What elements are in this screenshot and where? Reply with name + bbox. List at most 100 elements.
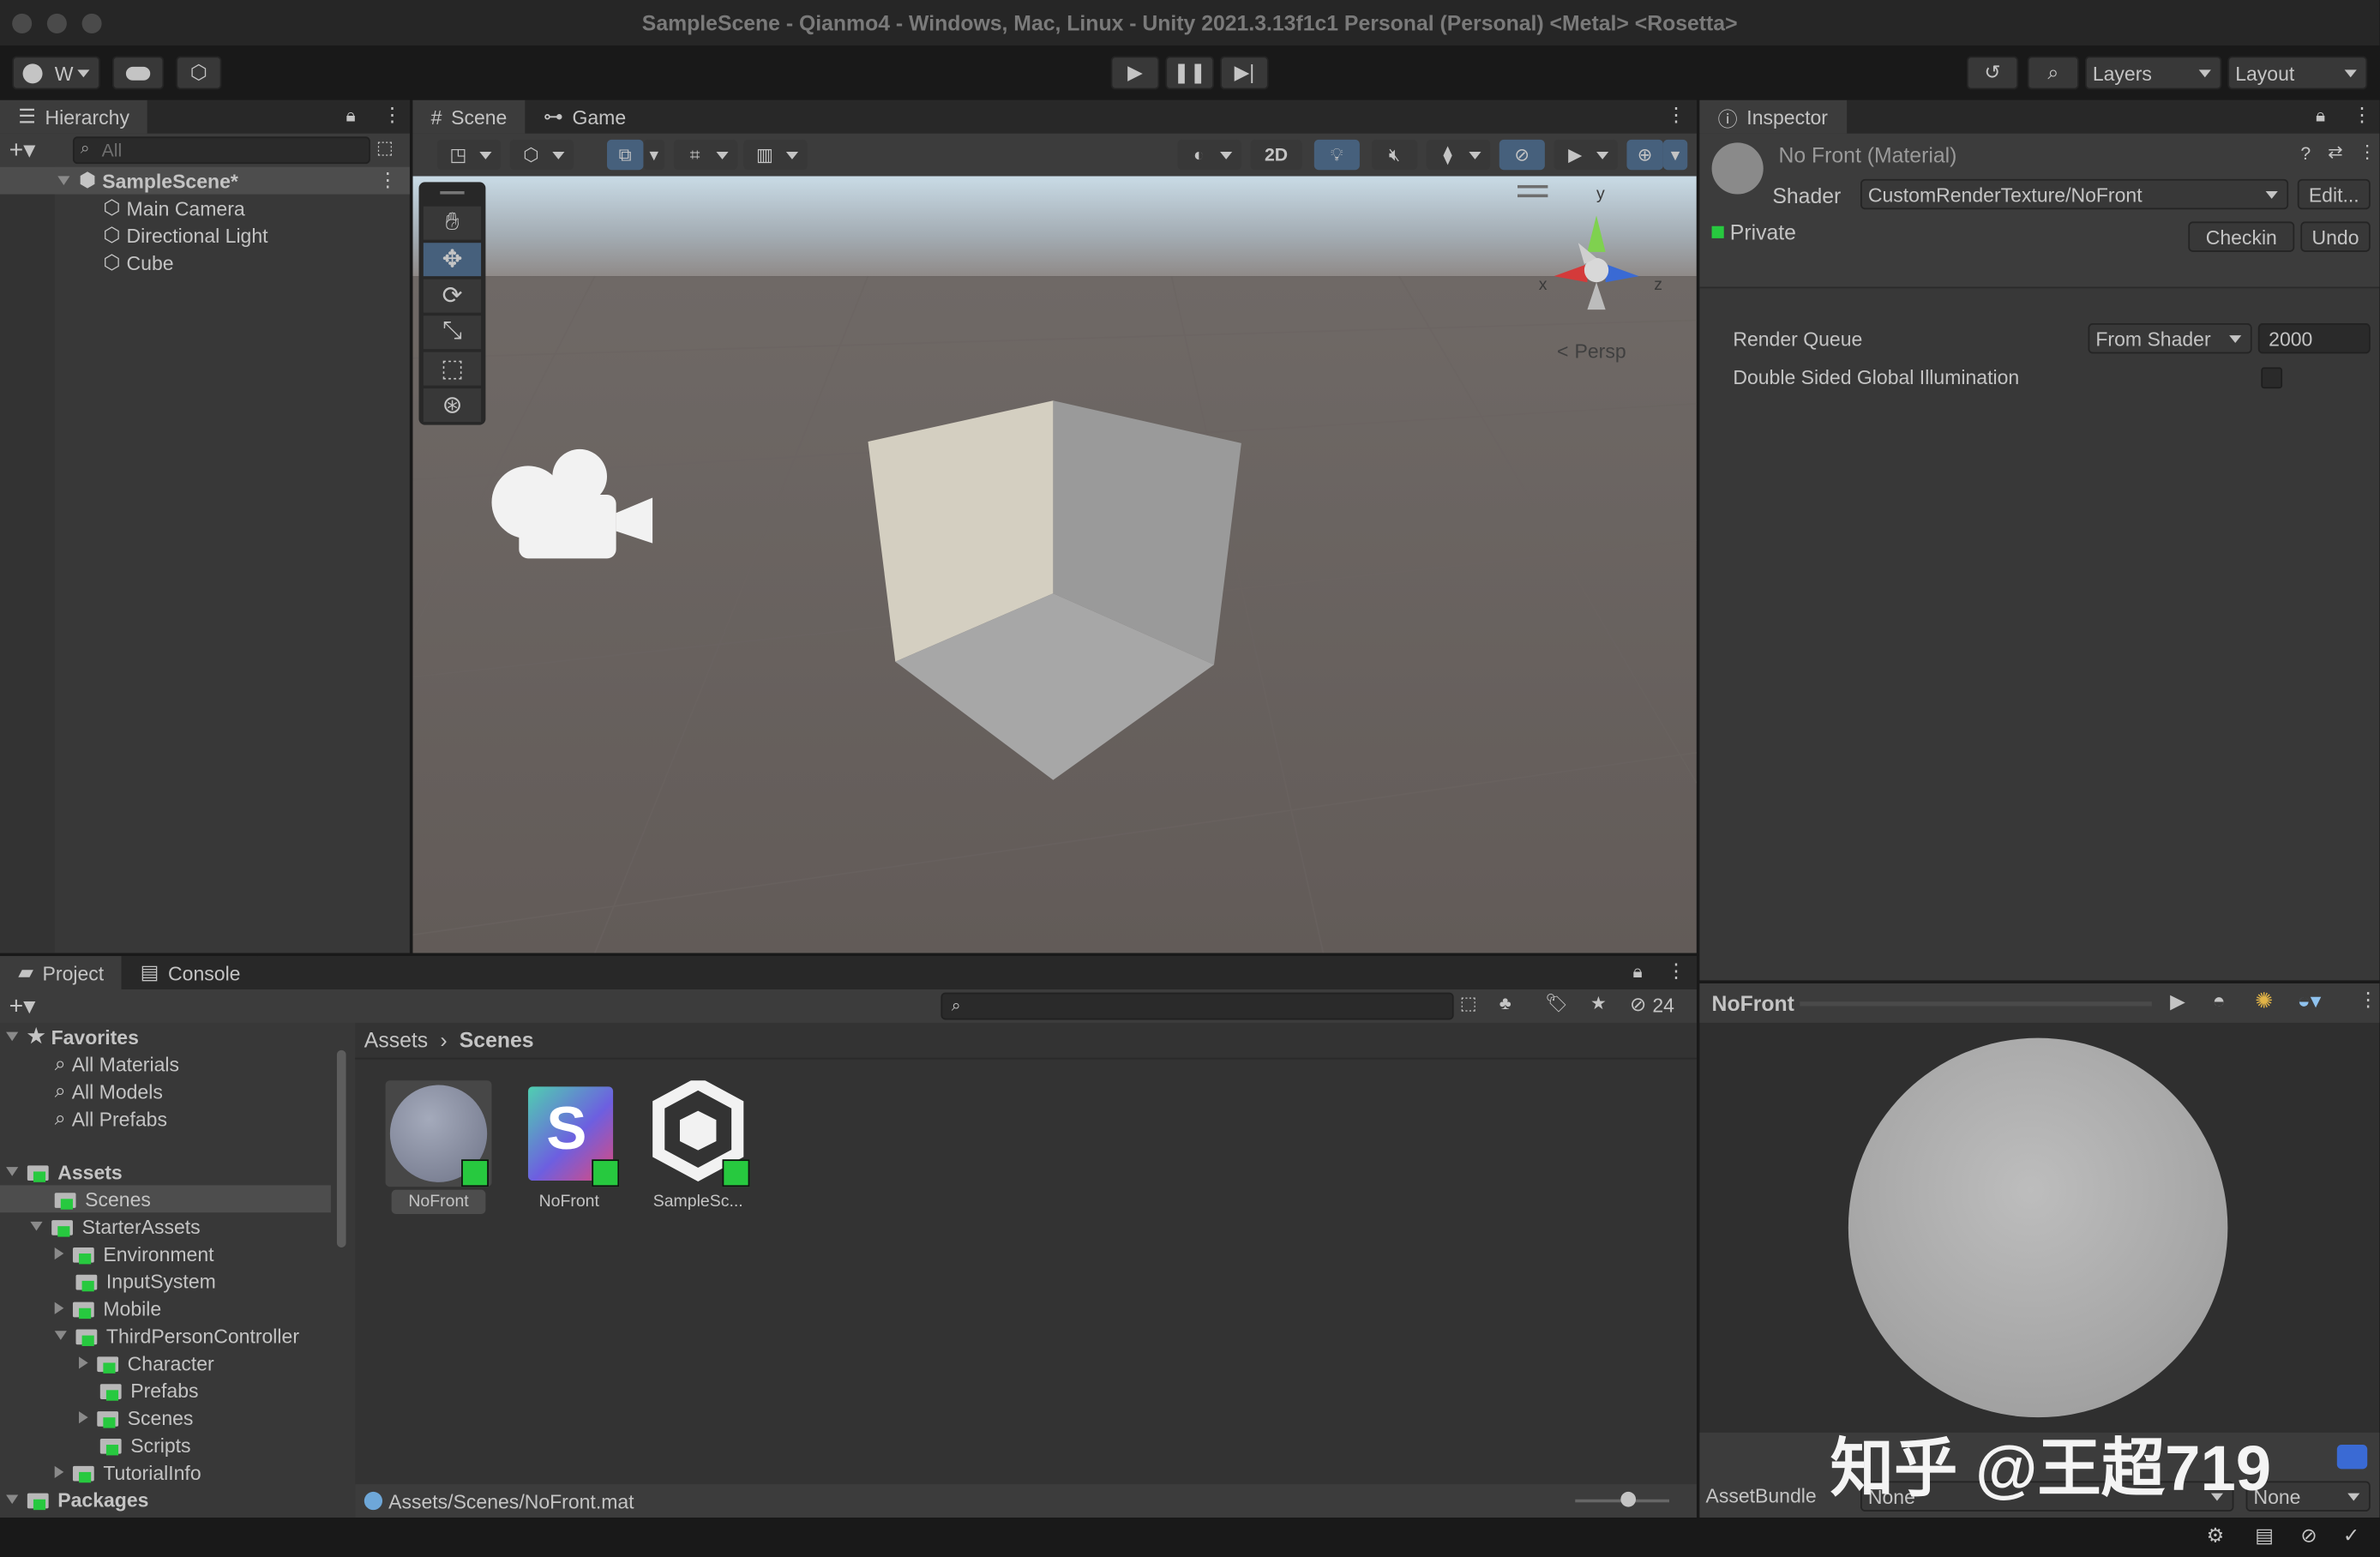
asset-thumbnail-scene[interactable] <box>652 1076 759 1187</box>
create-add-button[interactable]: +▾ <box>9 135 36 165</box>
tab-console[interactable]: ▤ Console <box>122 956 259 990</box>
tool-handle-dropdown[interactable]: ◳ <box>436 139 502 171</box>
tree-scrollbar[interactable] <box>334 1022 350 1518</box>
tree-item[interactable]: StarterAssets <box>30 1212 201 1240</box>
expand-arrow-icon[interactable] <box>57 176 70 185</box>
move-tool-button[interactable]: ✥ <box>423 243 482 277</box>
tree-item[interactable]: Scenes <box>79 1404 193 1431</box>
tree-item[interactable]: Prefabs <box>99 1376 199 1404</box>
more-menu-icon[interactable]: ⋮ <box>2359 988 2378 1012</box>
preset-icon[interactable]: ⇄ <box>2328 141 2343 163</box>
assets-row[interactable]: Assets <box>6 1158 123 1186</box>
expand-arrow-icon[interactable] <box>6 1031 19 1042</box>
checkin-button[interactable]: Checkin <box>2188 221 2295 252</box>
expand-arrow-icon[interactable] <box>30 1221 43 1231</box>
search-button[interactable]: ⌕ <box>2027 56 2079 90</box>
render-queue-value-field[interactable]: 2000 <box>2257 323 2371 354</box>
tree-item[interactable]: Mobile <box>54 1295 161 1322</box>
favorite-item[interactable]: ⌕ All Models <box>55 1078 163 1105</box>
window-controls[interactable] <box>12 13 102 33</box>
orientation-gizmo[interactable] <box>1533 197 1661 325</box>
scale-tool-button[interactable]: ⤡ <box>423 316 482 350</box>
hidden-packages-toggle[interactable]: ⊘ 24 <box>1630 993 1674 1017</box>
render-queue-mode-dropdown[interactable]: From Shader <box>2088 323 2252 354</box>
account-dropdown[interactable]: W <box>12 56 100 90</box>
tree-item[interactable]: ThirdPersonController <box>54 1322 299 1350</box>
shader-dropdown[interactable]: CustomRenderTexture/NoFront <box>1860 178 2289 210</box>
minimize-window-button[interactable] <box>46 13 67 33</box>
filter-type-icon[interactable]: ♣ <box>1500 993 1512 1014</box>
overlay-menu-icon[interactable] <box>1518 184 1548 189</box>
hierarchy-item[interactable]: ⬡ Directional Light <box>103 221 267 249</box>
lighting-toggle-button[interactable]: 💡︎ <box>1313 139 1360 171</box>
material-preview-sphere[interactable] <box>1848 1037 2228 1418</box>
layers-dropdown[interactable]: Layers <box>2084 56 2222 90</box>
packages-row[interactable]: Packages <box>6 1486 148 1513</box>
tree-item[interactable]: Scripts <box>99 1431 191 1458</box>
step-button[interactable]: ▶| <box>1220 56 1269 90</box>
hierarchy-item[interactable]: ⬡ Cube <box>103 249 173 276</box>
expand-arrow-icon[interactable] <box>54 1331 67 1340</box>
auto-gen-lighting-icon[interactable]: ⊘ <box>2300 1524 2317 1548</box>
more-menu-icon[interactable]: ⋮ <box>2353 103 2372 127</box>
undo-button[interactable]: Undo <box>2300 221 2371 252</box>
preview-drag-handle[interactable] <box>1800 1001 2152 1007</box>
scene-viewport[interactable]: ✋︎ ✥ ⟳ ⤡ ⬚ ⊛ x y z < Persp <box>412 176 1697 953</box>
close-window-button[interactable] <box>12 13 33 33</box>
debug-mode-icon[interactable]: ⚙ <box>2207 1524 2225 1548</box>
progress-icon[interactable]: ▤ <box>2255 1524 2274 1548</box>
label-filter-icon[interactable]: 🏷︎ <box>1545 993 1568 1014</box>
sphere-shape-icon[interactable]: ◓ <box>2213 988 2226 1012</box>
more-menu-icon[interactable]: ⋮ <box>1666 103 1686 127</box>
ruler-dropdown[interactable]: ▥ <box>743 139 808 171</box>
tab-scene[interactable]: # Scene <box>412 99 526 134</box>
effects-dropdown[interactable]: ⧫ <box>1426 139 1491 171</box>
more-menu-icon[interactable]: ⋮ <box>1666 959 1686 983</box>
asset-label-tag-icon[interactable] <box>2336 1445 2368 1470</box>
hierarchy-search-input[interactable]: ⌕ All <box>72 136 370 165</box>
pause-button[interactable]: ❚❚ <box>1165 56 1214 90</box>
collapse-arrow-icon[interactable] <box>54 1465 64 1478</box>
asset-thumbnail-shader[interactable]: S <box>522 1080 628 1187</box>
collapse-arrow-icon[interactable] <box>54 1302 64 1314</box>
projection-toggle[interactable]: < Persp <box>1557 340 1626 363</box>
zoom-window-button[interactable] <box>81 13 102 33</box>
history-button[interactable]: ↺ <box>1966 56 2019 90</box>
lock-icon[interactable]: 🔒︎ <box>1633 960 1643 983</box>
check-circle-icon[interactable]: ✓ <box>2343 1524 2359 1548</box>
gizmos-button[interactable]: ⊕ <box>1626 139 1663 171</box>
asset-thumbnail-material[interactable] <box>385 1080 492 1187</box>
collapse-arrow-icon[interactable] <box>79 1356 88 1369</box>
tab-inspector[interactable]: ⓘ Inspector <box>1699 99 1847 134</box>
pivot-dropdown[interactable]: ⬡ <box>509 139 574 171</box>
create-add-button[interactable]: +▾ <box>9 991 36 1021</box>
edit-shader-button[interactable]: Edit... <box>2297 178 2371 210</box>
lock-icon[interactable]: 🔒︎ <box>2316 105 2325 128</box>
cloud-button[interactable] <box>111 56 165 90</box>
breadcrumb-root[interactable]: Assets <box>364 1027 428 1051</box>
grid-snap-button[interactable]: ⧉ <box>607 139 644 171</box>
increment-snap-dropdown[interactable]: ⌗ <box>673 139 738 171</box>
favorite-item[interactable]: ⌕ All Prefabs <box>55 1105 167 1133</box>
tab-game[interactable]: ⊶ Game <box>525 99 645 134</box>
tree-item-scenes[interactable]: Scenes <box>0 1185 331 1213</box>
tree-item[interactable]: Environment <box>54 1240 214 1267</box>
gizmos-dropdown[interactable]: ▾ <box>1662 139 1688 171</box>
hand-tool-button[interactable]: ✋︎ <box>423 206 482 240</box>
2d-toggle-button[interactable]: 2D <box>1250 139 1302 171</box>
layout-dropdown[interactable]: Layout <box>2227 56 2368 90</box>
favorites-row[interactable]: ★ Favorites <box>6 1023 139 1050</box>
play-icon[interactable]: ▶ <box>2170 989 2185 1013</box>
hierarchy-item[interactable]: ⬡ Main Camera <box>103 195 244 222</box>
scrollbar-thumb[interactable] <box>336 1049 346 1247</box>
grid-snap-dropdown[interactable]: ▾ <box>643 139 665 171</box>
tree-item[interactable]: Character <box>79 1350 214 1377</box>
scene-row[interactable]: ⬢ SampleScene* ⋮ <box>0 166 410 195</box>
background-toggle-icon[interactable]: ◒▾ <box>2298 988 2321 1013</box>
favorite-item[interactable]: ⌕ All Materials <box>55 1050 179 1078</box>
icon-size-slider-thumb[interactable] <box>1620 1491 1637 1507</box>
camera-dropdown[interactable]: ▶ <box>1554 139 1618 171</box>
tab-hierarchy[interactable]: ☰ Hierarchy <box>0 99 148 134</box>
help-icon[interactable]: ? <box>2300 142 2311 164</box>
search-mode-icon[interactable]: ⬚ <box>376 136 394 158</box>
